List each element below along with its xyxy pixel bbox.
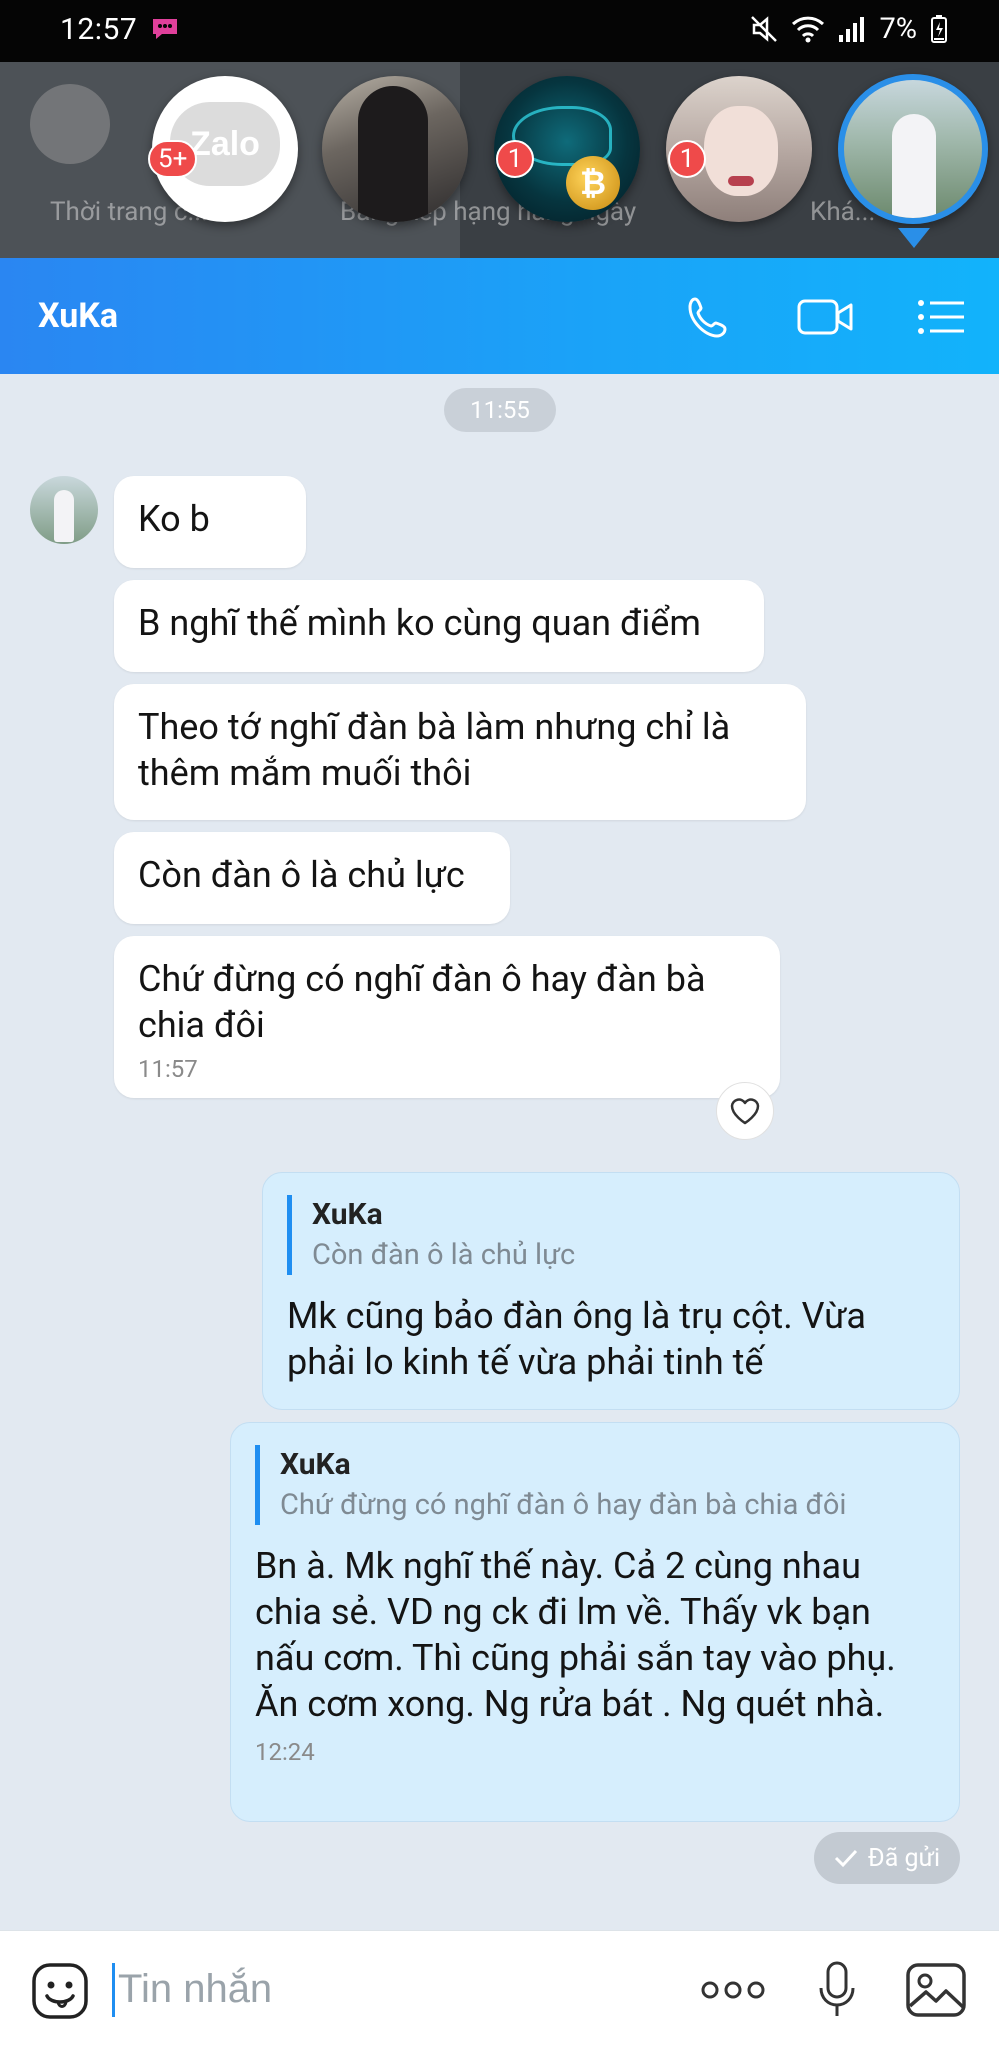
chat-options-button[interactable] (914, 290, 968, 344)
chat-header: XuKa (0, 258, 999, 374)
chat-title[interactable]: XuKa (38, 296, 118, 336)
messenger-notification-icon (150, 16, 180, 42)
video-call-button[interactable] (796, 290, 856, 344)
quoted-text: Chứ đừng có nghĩ đàn ô hay đàn bà chia đ… (280, 1488, 847, 1522)
chat-head-contact[interactable] (322, 76, 468, 222)
message-text: Chứ đừng có nghĩ đàn ô hay đàn bà chia đ… (138, 958, 706, 1046)
contact-photo (54, 490, 74, 542)
wifi-icon (791, 15, 825, 43)
incoming-message[interactable]: Còn đàn ô là chủ lực (114, 832, 510, 924)
message-text: B nghĩ thế mình ko cùng quan điểm (138, 602, 701, 644)
unread-badge: 5+ (148, 140, 198, 178)
sticker-button[interactable] (30, 1961, 90, 2021)
incoming-message[interactable]: B nghĩ thế mình ko cùng quan điểm (114, 580, 764, 672)
unread-badge: 1 (496, 140, 534, 178)
incoming-message[interactable]: Chứ đừng có nghĩ đàn ô hay đàn bà chia đ… (114, 936, 780, 1098)
sent-status-badge: Đã gửi (814, 1832, 960, 1884)
message-text: Ko b (138, 498, 210, 540)
message-timestamp: 11:57 (138, 1055, 198, 1083)
battery-icon (929, 14, 949, 44)
background-avatar (30, 84, 110, 164)
active-chat-pointer (898, 228, 930, 248)
message-text: Mk cũng bảo đàn ông là trụ cột. Vừa phải… (287, 1295, 866, 1383)
quoted-sender: XuKa (280, 1447, 351, 1482)
incoming-message[interactable]: Theo tớ nghĩ đàn bà làm nhưng chỉ là thê… (114, 684, 806, 820)
contact-photo (892, 114, 936, 218)
microphone-icon (819, 1961, 855, 2016)
avatar[interactable] (30, 476, 98, 544)
menu-list-icon (918, 300, 964, 334)
heart-icon (730, 1098, 760, 1125)
image-gallery-icon (906, 1963, 966, 2017)
voice-call-button[interactable] (682, 290, 736, 344)
outgoing-message[interactable]: XuKa Còn đàn ô là chủ lực Mk cũng bảo đà… (262, 1172, 960, 1410)
more-dots-icon (701, 1981, 765, 1999)
video-camera-icon (797, 299, 853, 335)
battery-percent: 7% (879, 12, 917, 46)
bitcoin-icon: ₿ (566, 156, 620, 210)
send-image-button[interactable] (904, 1957, 968, 2023)
message-text: Bn à. Mk nghĩ thế này. Cả 2 cùng nhau ch… (255, 1545, 896, 1725)
quoted-reply[interactable]: XuKa Còn đàn ô là chủ lực (287, 1195, 935, 1275)
mute-icon (749, 14, 779, 44)
emoji-face-icon (32, 1963, 88, 2019)
quoted-sender: XuKa (312, 1197, 383, 1232)
message-timestamp: 12:24 (255, 1738, 315, 1766)
contact-photo-detail (728, 176, 754, 186)
quoted-reply[interactable]: XuKa Chứ đừng có nghĩ đàn ô hay đàn bà c… (255, 1445, 935, 1525)
sent-status-text: Đã gửi (867, 1843, 941, 1873)
contact-photo (358, 86, 428, 222)
message-input[interactable] (118, 1957, 678, 2021)
quoted-text: Còn đàn ô là chủ lực (312, 1238, 576, 1272)
chat-head-active-xuka[interactable] (838, 74, 988, 224)
status-bar: 12:57 7% (0, 0, 999, 62)
status-time: 12:57 (60, 12, 138, 47)
outgoing-message[interactable]: XuKa Chứ đừng có nghĩ đàn ô hay đàn bà c… (230, 1422, 960, 1822)
message-input-bar (0, 1930, 999, 2048)
more-options-button[interactable] (700, 1957, 766, 2023)
checkmark-icon (834, 1849, 858, 1868)
text-caret (112, 1963, 115, 2017)
signal-icon (837, 15, 867, 43)
incoming-message[interactable]: Ko b (114, 476, 306, 568)
message-text: Còn đàn ô là chủ lực (138, 854, 465, 896)
voice-message-button[interactable] (804, 1957, 870, 2023)
phone-icon (688, 297, 727, 338)
unread-badge: 1 (668, 140, 706, 178)
react-heart-button[interactable] (716, 1082, 774, 1140)
message-text: Theo tớ nghĩ đàn bà làm nhưng chỉ là thê… (138, 706, 731, 794)
chat-heads-strip: Thời trang c... Bảng xếp hạng hàng ngày … (0, 62, 999, 258)
time-divider: 11:55 (444, 388, 556, 432)
